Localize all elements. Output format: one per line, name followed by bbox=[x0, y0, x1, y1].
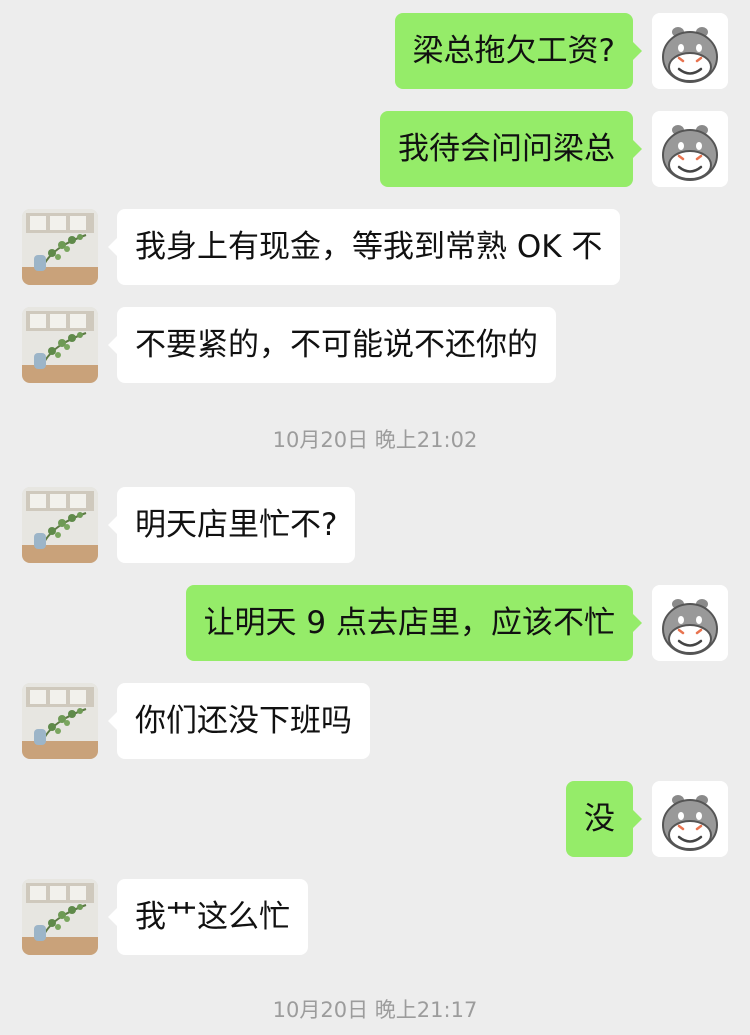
plant-photo-avatar[interactable] bbox=[22, 487, 98, 563]
plant-photo-avatar[interactable] bbox=[22, 209, 98, 285]
hippo-avatar-icon[interactable] bbox=[652, 13, 728, 89]
message-bubble-received[interactable]: 我艹这么忙 bbox=[108, 879, 308, 955]
message-bubble-sent[interactable]: 梁总拖欠工资? bbox=[394, 13, 643, 89]
message-bubble-sent[interactable]: 让明天 9 点去店里，应该不忙 bbox=[185, 585, 643, 661]
message-bubble-received[interactable]: 你们还没下班吗 bbox=[108, 683, 370, 759]
message-bubble-sent[interactable]: 没 bbox=[566, 781, 642, 857]
plant-photo-avatar[interactable] bbox=[22, 683, 98, 759]
message-bubble-received[interactable]: 明天店里忙不? bbox=[107, 487, 356, 563]
message-bubble-received[interactable]: 不要紧的，不可能说不还你的 bbox=[108, 307, 556, 383]
hippo-avatar-icon[interactable] bbox=[652, 585, 728, 661]
message-bubble-sent[interactable]: 我待会问问梁总 bbox=[380, 111, 642, 187]
plant-photo-avatar[interactable] bbox=[22, 307, 98, 383]
message-timestamp: 10月20日 晚上21:02 bbox=[272, 428, 478, 452]
plant-photo-avatar[interactable] bbox=[22, 879, 98, 955]
message-timestamp: 10月20日 晚上21:17 bbox=[272, 998, 478, 1022]
message-bubble-received[interactable]: 我身上有现金，等我到常熟 OK 不 bbox=[107, 209, 621, 285]
hippo-avatar-icon[interactable] bbox=[652, 111, 728, 187]
hippo-avatar-icon[interactable] bbox=[652, 781, 728, 857]
